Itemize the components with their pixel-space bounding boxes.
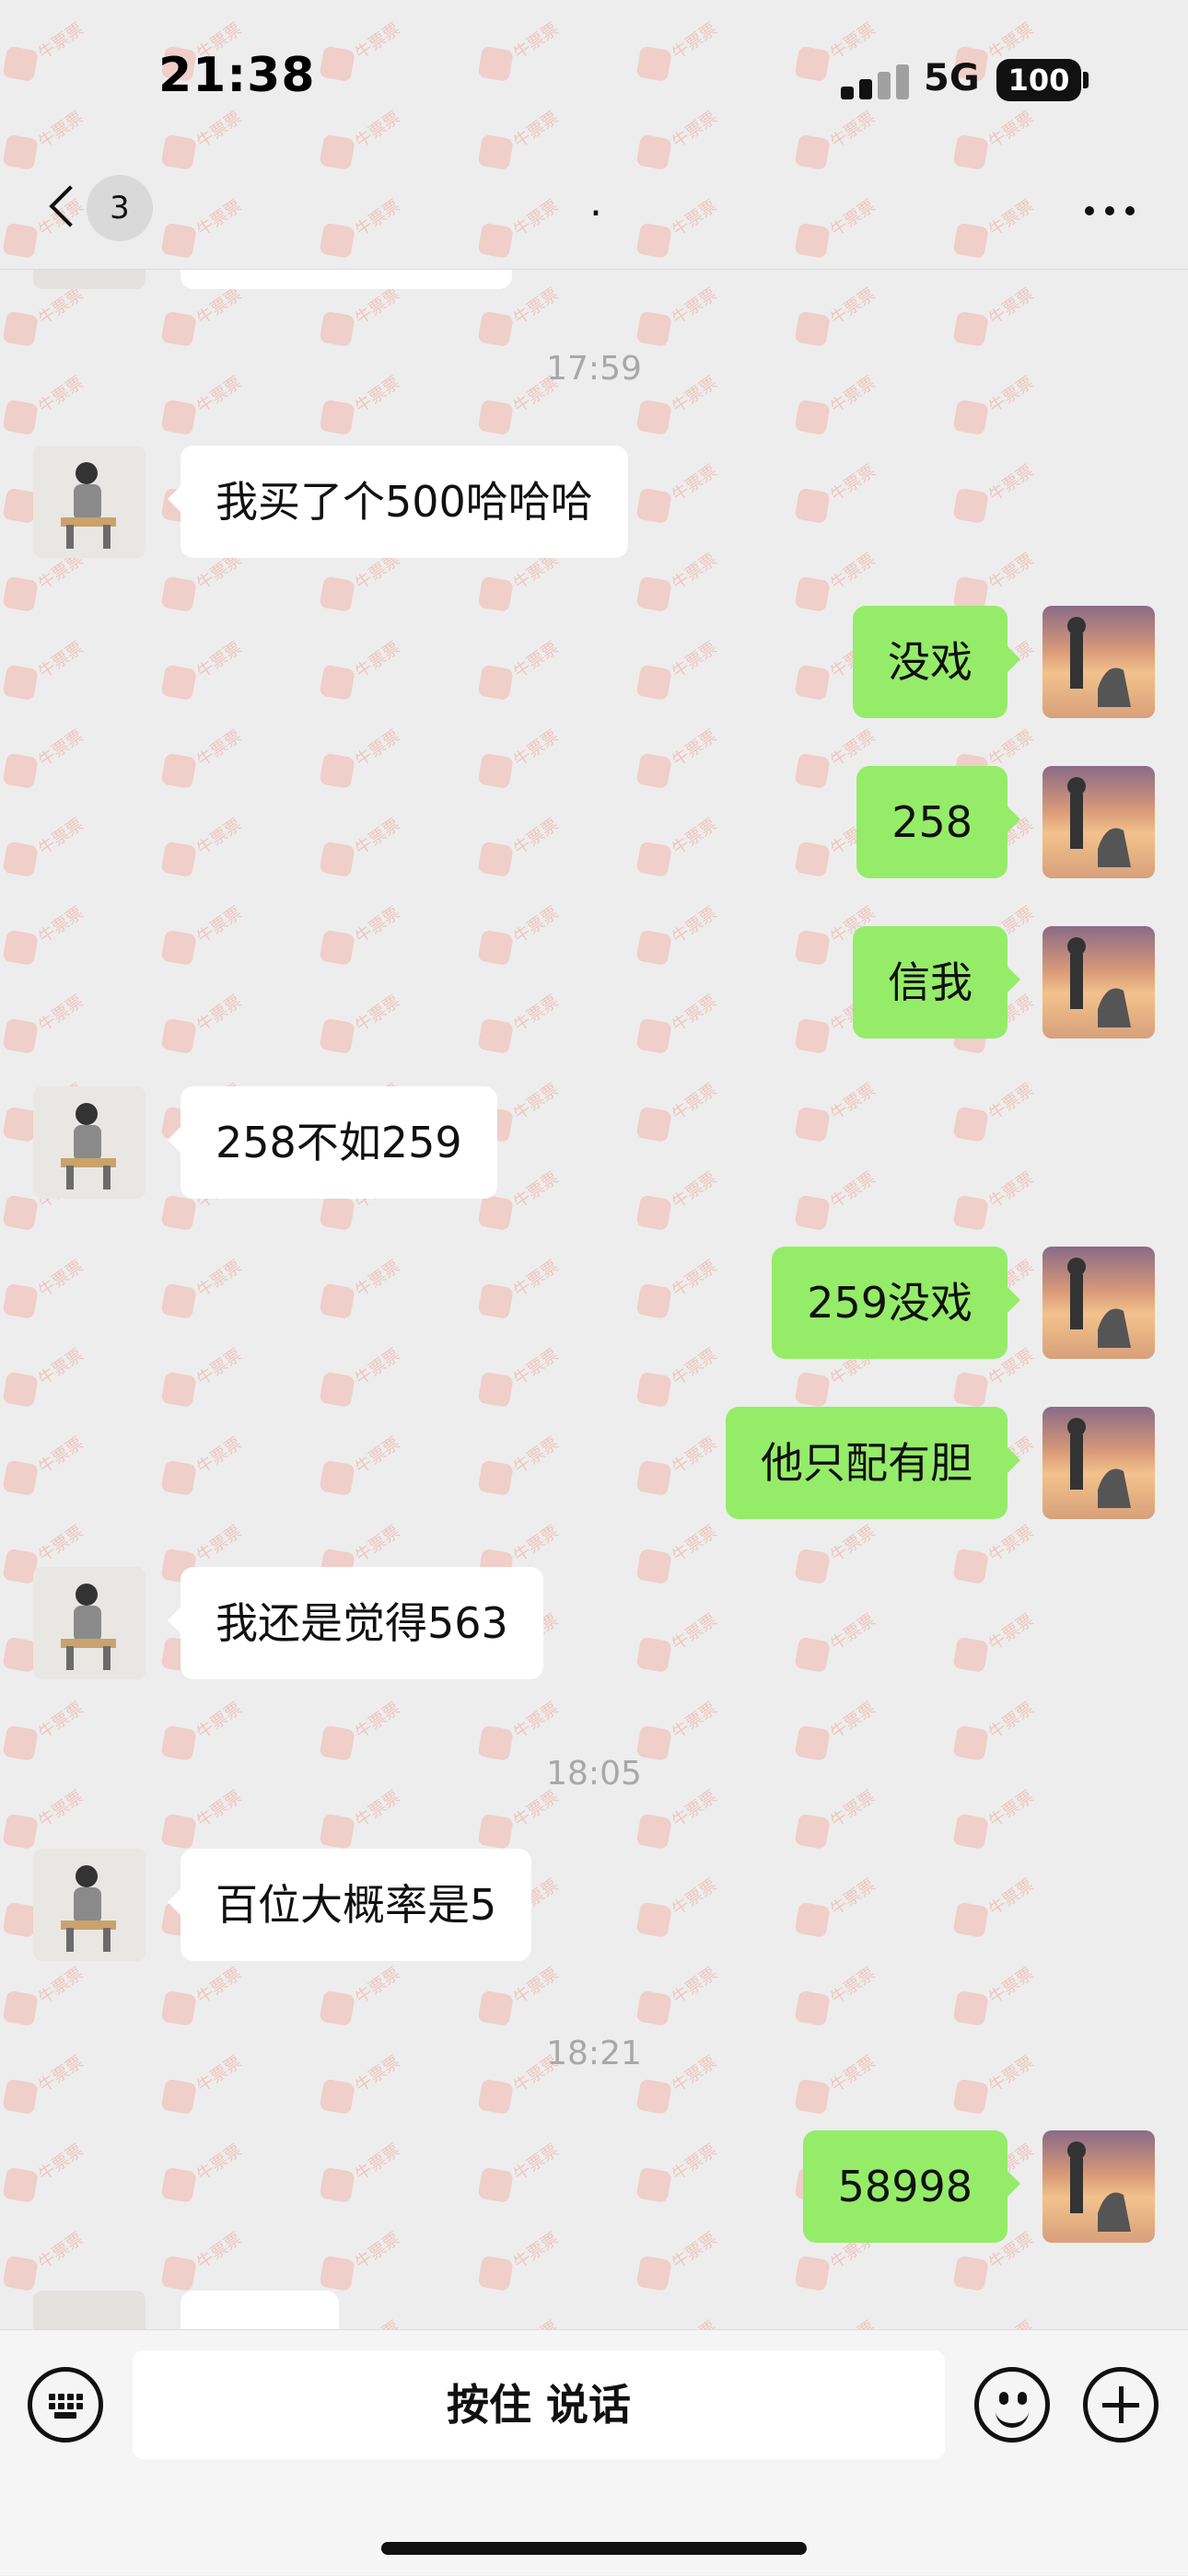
message-bubble[interactable]: 58998 [802, 2130, 1021, 2243]
contact-avatar[interactable] [33, 2291, 146, 2329]
message-bubble[interactable]: 百位大概率是5 [167, 1849, 532, 1961]
message-bubble-partial [181, 269, 512, 289]
battery-icon: 100 [996, 59, 1081, 101]
more-icon[interactable] [1079, 197, 1144, 225]
user-avatar[interactable] [1042, 2130, 1155, 2243]
emoji-icon[interactable] [974, 2367, 1050, 2443]
unread-badge[interactable]: 3 [87, 175, 153, 241]
message-bubble[interactable]: 259没戏 [772, 1247, 1020, 1359]
status-time: 21:38 [158, 48, 316, 103]
message-bubble[interactable]: 我还是觉得563 [168, 1567, 543, 1679]
timestamp: 18:05 [546, 1755, 642, 1793]
contact-avatar[interactable] [33, 269, 146, 289]
battery-tip [1083, 72, 1089, 88]
timestamp: 18:21 [546, 2035, 642, 2072]
user-avatar[interactable] [1042, 766, 1155, 878]
network-label: 5G [924, 57, 980, 99]
message-bubble[interactable]: 258不如259 [168, 1086, 497, 1199]
user-avatar[interactable] [1042, 606, 1155, 718]
timestamp: 17:59 [546, 350, 642, 388]
message-bubble[interactable]: 他只配有胆 [726, 1407, 1020, 1519]
message-bubble[interactable]: 没戏 [853, 606, 1020, 718]
user-avatar[interactable] [1042, 1247, 1155, 1359]
hold-to-talk-button[interactable]: 按住 说话 [133, 2350, 945, 2459]
contact-avatar[interactable] [33, 1567, 146, 1679]
contact-avatar[interactable] [33, 446, 146, 558]
user-avatar[interactable] [1042, 926, 1155, 1039]
contact-avatar[interactable] [33, 1849, 146, 1961]
plus-icon[interactable] [1083, 2367, 1159, 2443]
message-bubble[interactable]: 258 [856, 766, 1020, 878]
message-bubble[interactable]: 我买了个500哈哈哈 [168, 446, 628, 558]
signal-icon [841, 63, 914, 99]
home-indicator[interactable] [381, 2542, 807, 2555]
message-bubble-partial [181, 2291, 339, 2329]
message-list[interactable]: 17:59 我买了个500哈哈哈 没戏 258 信我 258不如259 259没… [0, 269, 1188, 2329]
input-bar: 按住 说话 [0, 2329, 1188, 2575]
user-avatar[interactable] [1042, 1407, 1155, 1519]
status-bar: 21:38 5G 100 [0, 0, 1188, 157]
contact-avatar[interactable] [33, 1086, 146, 1199]
message-bubble[interactable]: 信我 [853, 926, 1020, 1039]
chat-title: . [589, 179, 602, 226]
keyboard-icon[interactable] [28, 2367, 103, 2443]
chat-header: 3 . [0, 157, 1188, 270]
